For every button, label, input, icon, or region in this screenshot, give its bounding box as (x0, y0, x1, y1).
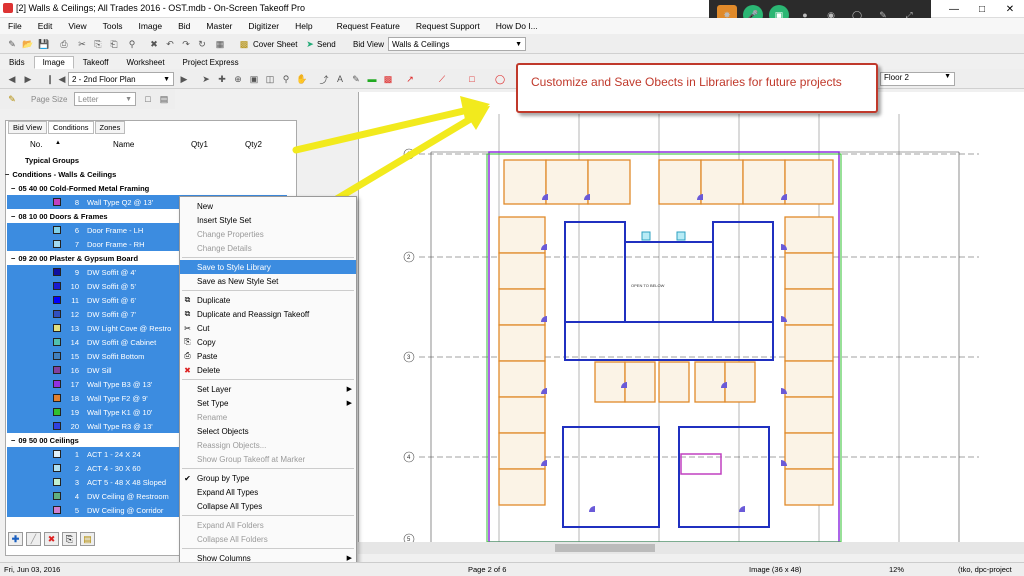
menu-separator (182, 257, 354, 258)
menu-item-duplicate-and-reassign-takeoff[interactable]: ⧉ Duplicate and Reassign Takeoff (180, 307, 356, 321)
menu-item-set-type[interactable]: Set Type ▶ (180, 396, 356, 410)
menu-item-label: Cut (197, 323, 210, 333)
menu-item-expand-all-types[interactable]: Expand All Types (180, 485, 356, 499)
menu-item-group-by-type[interactable]: ✔ Group by Type (180, 471, 356, 485)
menu-item-label: Rename (197, 412, 228, 422)
menu-item-icon: ⧉ (184, 309, 191, 318)
menu-item-label: Change Details (197, 243, 252, 253)
menu-item-icon: ✔ (184, 473, 191, 483)
menu-item-collapse-all-folders[interactable]: Collapse All Folders (180, 532, 356, 546)
menu-item-change-properties[interactable]: Change Properties (180, 227, 356, 241)
menu-item-collapse-all-types[interactable]: Collapse All Types (180, 499, 356, 513)
menu-item-label: Show Group Takeoff at Marker (197, 454, 306, 464)
menu-item-save-as-new-style-set[interactable]: Save as New Style Set (180, 274, 356, 288)
status-date: Fri, Jun 03, 2016 (4, 565, 61, 574)
menu-item-new[interactable]: New (180, 199, 356, 213)
submenu-arrow-icon: ▶ (346, 386, 352, 393)
menu-item-insert-style-set[interactable]: Insert Style Set (180, 213, 356, 227)
context-menu: New Insert Style Set Change Properties Chan… (179, 196, 357, 574)
menu-item-expand-all-folders[interactable]: Expand All Folders (180, 518, 356, 532)
menu-item-save-to-style-library[interactable]: Save to Style Library (180, 260, 356, 274)
menu-item-label: Select Objects (197, 426, 249, 436)
menu-item-reassign-objects[interactable]: Reassign Objects... (180, 438, 356, 452)
menu-item-label: Save as New Style Set (197, 276, 279, 286)
menu-item-label: Collapse All Folders (197, 534, 268, 544)
menu-item-icon: ⎘ (184, 337, 191, 346)
menu-item-label: Set Layer (197, 384, 232, 394)
menu-item-label: New (197, 201, 214, 211)
menu-item-copy[interactable]: ⎘ Copy (180, 335, 356, 349)
menu-separator (182, 379, 354, 380)
menu-item-icon: ⧉ (184, 295, 191, 304)
submenu-arrow-icon: ▶ (346, 400, 352, 407)
callout-text: Customize and Save Obects in Libraries f… (531, 75, 842, 89)
menu-item-cut[interactable]: ✂ Cut (180, 321, 356, 335)
menu-item-label: Reassign Objects... (197, 440, 267, 450)
menu-item-label: Insert Style Set (197, 215, 252, 225)
menu-item-icon: ⎙ (184, 351, 191, 360)
menu-item-label: Duplicate (197, 295, 231, 305)
menu-item-icon: ✖ (184, 365, 191, 375)
status-image: Image (36 x 48) (749, 565, 802, 574)
menu-item-label: Collapse All Types (197, 501, 263, 511)
menu-separator (182, 515, 354, 516)
menu-item-icon: ✂ (184, 323, 191, 333)
menu-item-change-details[interactable]: Change Details (180, 241, 356, 255)
submenu-arrow-icon: ▶ (346, 555, 352, 562)
status-page: Page 2 of 6 (468, 565, 507, 574)
menu-item-delete[interactable]: ✖ Delete (180, 363, 356, 377)
menu-item-label: Copy (197, 337, 216, 347)
menu-item-show-group-takeoff-at-marker[interactable]: Show Group Takeoff at Marker (180, 452, 356, 466)
menu-item-select-objects[interactable]: Select Objects (180, 424, 356, 438)
menu-separator (182, 468, 354, 469)
menu-item-label: Change Properties (197, 229, 264, 239)
menu-item-label: Expand All Folders (197, 520, 264, 530)
menu-item-paste[interactable]: ⎙ Paste (180, 349, 356, 363)
menu-separator (182, 290, 354, 291)
callout-box: Customize and Save Obects in Libraries f… (516, 63, 878, 113)
menu-item-label: Duplicate and Reassign Takeoff (197, 309, 310, 319)
menu-item-rename[interactable]: Rename (180, 410, 356, 424)
menu-item-label: Paste (197, 351, 218, 361)
menu-separator (182, 548, 354, 549)
status-zoom: 12% (889, 565, 905, 574)
status-user: (tko, dpc-project (958, 565, 1012, 574)
menu-item-set-layer[interactable]: Set Layer ▶ (180, 382, 356, 396)
menu-item-label: Delete (197, 365, 221, 375)
menu-item-label: Group by Type (197, 473, 250, 483)
menu-item-duplicate[interactable]: ⧉ Duplicate (180, 293, 356, 307)
arrow-to-conditions (292, 106, 472, 154)
menu-item-label: Expand All Types (197, 487, 259, 497)
menu-item-label: Save to Style Library (197, 262, 271, 272)
status-bar: Fri, Jun 03, 2016 Page 2 of 6 Image (36 … (0, 562, 1024, 576)
menu-item-label: Set Type (197, 398, 229, 408)
